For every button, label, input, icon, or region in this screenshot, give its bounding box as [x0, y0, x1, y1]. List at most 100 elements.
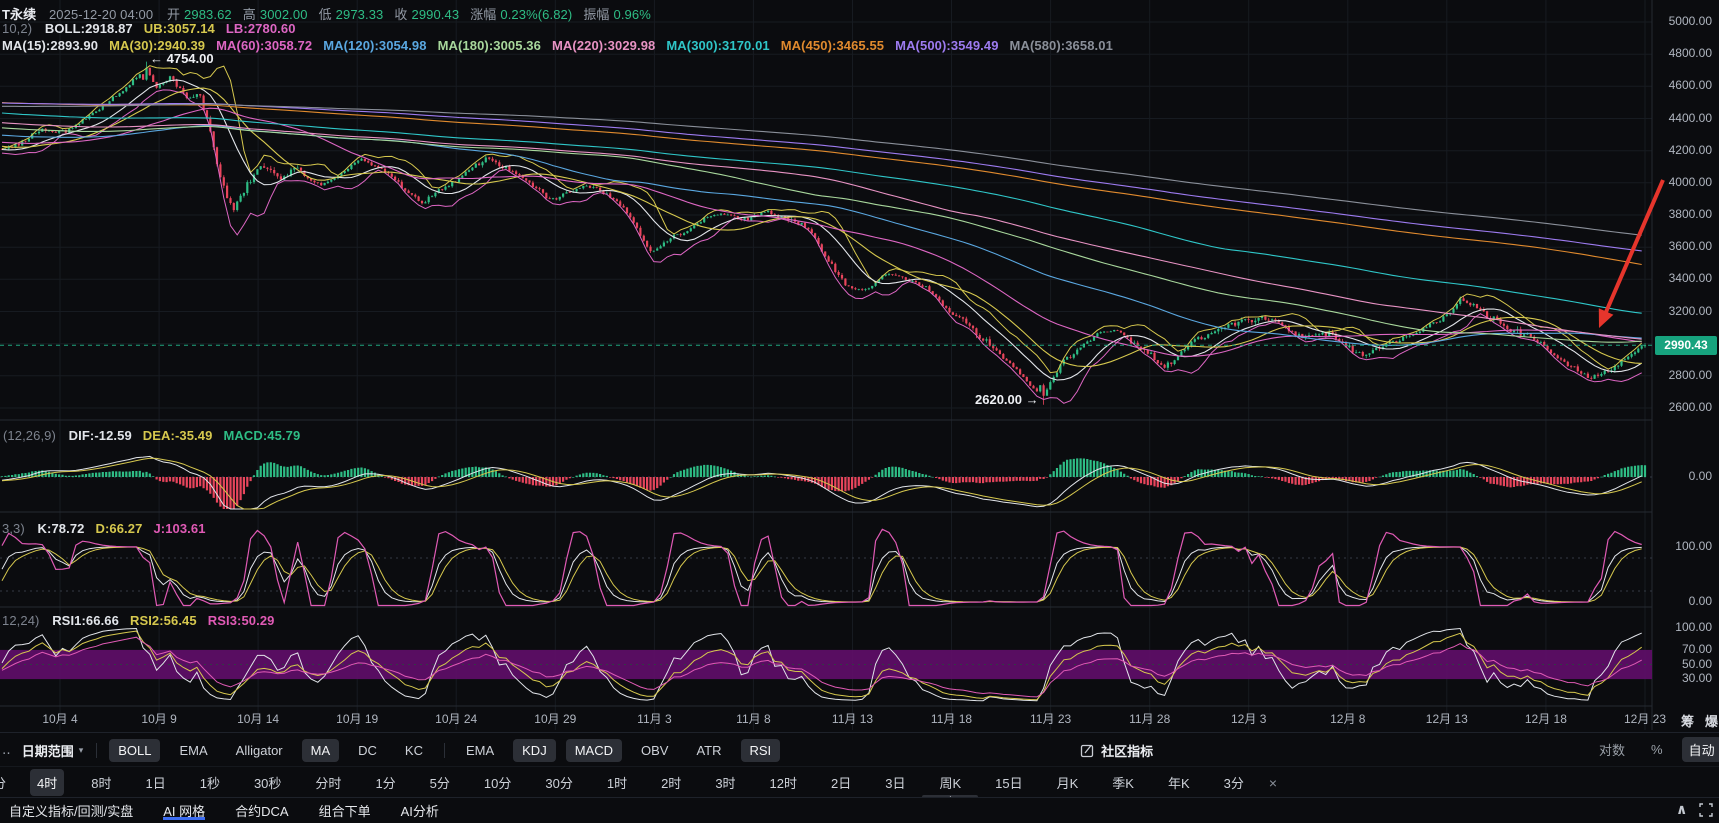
ma-item-6: MA(300):3170.01: [666, 38, 769, 53]
period-button-10[interactable]: 1时: [600, 769, 634, 796]
tab-contract-dca[interactable]: 合约DCA: [235, 801, 288, 820]
indicator-button-ma[interactable]: MA: [302, 739, 340, 762]
tab-custom-indicator-backtest-live[interactable]: 自定义指标/回测/实盘: [9, 801, 133, 820]
price-tick-6: 3800.00: [1656, 207, 1712, 222]
date-tick-2: 10月 14: [237, 712, 279, 727]
period-button-2[interactable]: 1日: [138, 769, 172, 796]
period-button-18[interactable]: 月K: [1050, 769, 1086, 796]
period-button-21[interactable]: 3分: [1217, 769, 1251, 796]
ohlc-field-label-3: 收: [394, 7, 407, 22]
period-button-12[interactable]: 3时: [708, 769, 742, 796]
trough-price-annotation: 2620.00 →: [975, 392, 1039, 407]
macd-legend: (12,26,9) DIF:-12.59DEA:-35.49MACD:45.79: [3, 428, 311, 443]
date-tick-0: 10月 4: [42, 712, 77, 727]
period-button-5[interactable]: 分时: [308, 769, 348, 796]
boll-legend: 10,2) BOLL:2918.87UB:3057.14LB:2780.60: [2, 21, 307, 36]
period-button-3[interactable]: 1秒: [193, 769, 227, 796]
sub-indicator-button-kdj[interactable]: KDJ: [513, 739, 556, 762]
sub-indicator-button-rsi[interactable]: RSI: [741, 739, 781, 762]
period-button-11[interactable]: 2时: [654, 769, 688, 796]
kdj-item-0: K:78.72: [38, 521, 85, 536]
bottom-tab-bar: 自定义指标/回测/实盘 AI 网格 合约DCA 组合下单 AI分析: [0, 797, 1719, 823]
date-tick-16: 12月 23: [1624, 712, 1666, 727]
period-toolbar: 分 4时 8时 1日 1秒 30秒分时 1分 5分 10分 30分 1时 2时 3时 12时 2日 3日周K…: [0, 766, 1719, 798]
period-button-14[interactable]: 2日: [824, 769, 858, 796]
period-button-6[interactable]: 1分: [368, 769, 402, 796]
date-tick-11: 11月 28: [1129, 712, 1170, 727]
tab-combo-order[interactable]: 组合下单: [319, 801, 371, 820]
period-button-0[interactable]: 4时: [30, 769, 64, 796]
trading-terminal: T永续 2025-12-20 04:00 开2983.62高3002.00低29…: [0, 0, 1719, 822]
period-button-9[interactable]: 30分: [538, 769, 579, 796]
indicator-button-kc[interactable]: KC: [396, 739, 432, 762]
price-tick-4: 4200.00: [1656, 143, 1712, 158]
tab-ai-analysis[interactable]: AI分析: [401, 801, 439, 820]
price-tick-11: 2600.00: [1656, 400, 1712, 415]
macd-item-1: DEA:-35.49: [143, 428, 213, 443]
community-indicators-button[interactable]: 社区指标: [1080, 741, 1153, 760]
collapse-icon[interactable]: ∧: [1676, 801, 1687, 818]
sub-indicator-group: EMA KDJ MACD OBV ATR RSI: [452, 739, 785, 762]
sub-axis-tick-1: 100.00: [1656, 539, 1712, 554]
sub-indicator-button-atr[interactable]: ATR: [687, 739, 730, 762]
symbol-label: T永续: [2, 7, 36, 22]
period-button-4[interactable]: 30秒: [247, 769, 288, 796]
boll-item-2: LB:2780.60: [226, 21, 296, 36]
scale-option-0[interactable]: 对数: [1592, 737, 1632, 762]
bottom-tab-list: 自定义指标/回测/实盘 AI 网格 合约DCA 组合下单 AI分析: [0, 801, 454, 820]
indicator-button-boll[interactable]: BOLL: [109, 739, 160, 762]
scale-option-1[interactable]: %: [1644, 739, 1670, 760]
kdj-item-2: J:103.61: [153, 521, 205, 536]
indicator-button-alligator[interactable]: Alligator: [227, 739, 292, 762]
ma-item-9: MA(580):3658.01: [1010, 38, 1113, 53]
period-button-16[interactable]: 周K▲: [932, 769, 968, 796]
period-button-17[interactable]: 15日: [988, 769, 1029, 796]
kdj-params: 3,3): [2, 521, 25, 536]
boll-params: 10,2): [2, 21, 32, 36]
chevron-down-icon: ▾: [79, 745, 84, 756]
more-icon[interactable]: ‥: [2, 742, 10, 758]
period-button-1[interactable]: 8时: [84, 769, 118, 796]
sub-indicator-button-obv[interactable]: OBV: [632, 739, 677, 762]
ohlc-field-value-0: 2983.62: [184, 7, 232, 22]
date-range-label: 日期范围: [22, 741, 74, 760]
close-icon[interactable]: ×: [1269, 775, 1277, 791]
axis-toggle-1[interactable]: 爆: [1705, 711, 1718, 730]
sub-axis-tick-5: 50.00: [1656, 657, 1712, 672]
sub-axis-tick-2: 0.00: [1656, 594, 1712, 609]
period-button-19[interactable]: 季K: [1105, 769, 1141, 796]
price-tick-10: 2800.00: [1656, 368, 1712, 383]
tab-ai-grid[interactable]: AI 网格: [163, 801, 205, 820]
period-button-7[interactable]: 5分: [423, 769, 457, 796]
ohlc-field-label-2: 低: [319, 7, 332, 22]
axis-toggle-0[interactable]: 筹: [1681, 711, 1694, 730]
indicator-button-ema[interactable]: EMA: [170, 739, 216, 762]
period-button-20[interactable]: 年K: [1161, 769, 1197, 796]
rsi-item-0: RSI1:66.66: [52, 613, 119, 628]
price-tick-7: 3600.00: [1656, 239, 1712, 254]
period-partial[interactable]: 分: [0, 773, 6, 792]
sub-axis-tick-0: 0.00: [1656, 469, 1712, 484]
edit-icon: [1080, 743, 1095, 758]
date-tick-3: 10月 19: [336, 712, 378, 727]
boll-item-1: UB:3057.14: [144, 21, 215, 36]
ma-item-1: MA(30):2940.39: [109, 38, 205, 53]
sub-indicator-button-macd[interactable]: MACD: [566, 739, 622, 762]
date-tick-4: 10月 24: [435, 712, 477, 727]
price-tick-3: 4400.00: [1656, 111, 1712, 126]
period-button-8[interactable]: 10分: [477, 769, 518, 796]
ohlc-field-label-5: 振幅: [583, 7, 609, 22]
period-button-15[interactable]: 3日: [878, 769, 912, 796]
indicator-button-dc[interactable]: DC: [349, 739, 386, 762]
macd-item-2: MACD:45.79: [223, 428, 300, 443]
ohlc-field-label-4: 涨幅: [470, 7, 496, 22]
period-list: 4时 8时 1日 1秒 30秒分时 1分 5分 10分 30分 1时 2时 3时 12时 2日 3日周K▲ 1…: [20, 769, 1285, 796]
period-button-13[interactable]: 12时: [763, 769, 804, 796]
fullscreen-icon[interactable]: [1699, 803, 1713, 817]
ma-item-2: MA(60):3058.72: [216, 38, 312, 53]
sub-indicator-button-ema[interactable]: EMA: [457, 739, 503, 762]
scale-option-2[interactable]: 自动: [1682, 737, 1719, 762]
ohlc-field-value-2: 2973.33: [336, 7, 384, 22]
date-range-button[interactable]: 日期范围 ▾: [22, 741, 84, 760]
date-tick-5: 10月 29: [534, 712, 576, 727]
